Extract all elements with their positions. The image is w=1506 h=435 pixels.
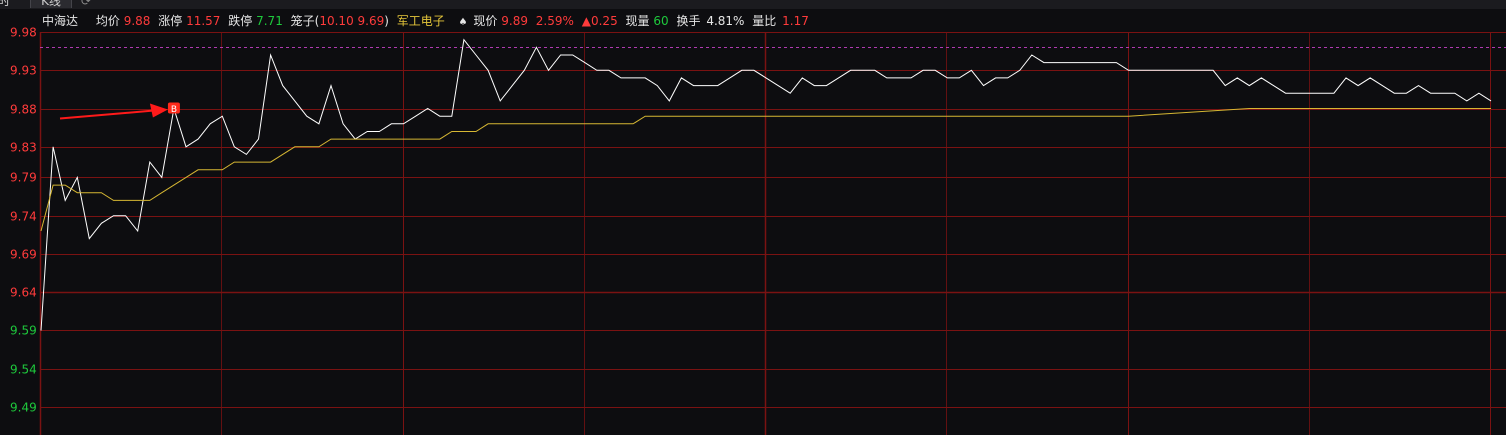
marker-layer[interactable]: B (59, 102, 180, 120)
y-tick-label: 9.54 (10, 363, 37, 377)
arrow-shaft (59, 109, 155, 120)
y-tick-label: 9.98 (10, 26, 37, 40)
y-axis-labels: 9.98 9.93 9.88 9.83 9.79 9.74 9.69 9.64 9.59 9.54… (10, 26, 37, 415)
y-tick-label: 9.64 (10, 286, 37, 300)
y-tick-label: 9.59 (10, 324, 37, 338)
y-tick-label: 9.74 (10, 210, 37, 224)
buy-marker-label: B (171, 105, 177, 115)
y-tick-label: 9.83 (10, 141, 37, 155)
y-tick-label: 9.93 (10, 64, 37, 78)
arrow-head (149, 103, 168, 118)
y-tick-label: 9.69 (10, 248, 37, 262)
y-tick-label: 9.49 (10, 401, 37, 415)
y-tick-label: 9.79 (10, 171, 37, 185)
grid-layer (39, 32, 1506, 435)
y-tick-label: 9.88 (10, 103, 37, 117)
intraday-chart[interactable]: 9.98 9.93 9.88 9.83 9.79 9.74 9.69 9.64 9.59 9.54… (0, 0, 1506, 435)
